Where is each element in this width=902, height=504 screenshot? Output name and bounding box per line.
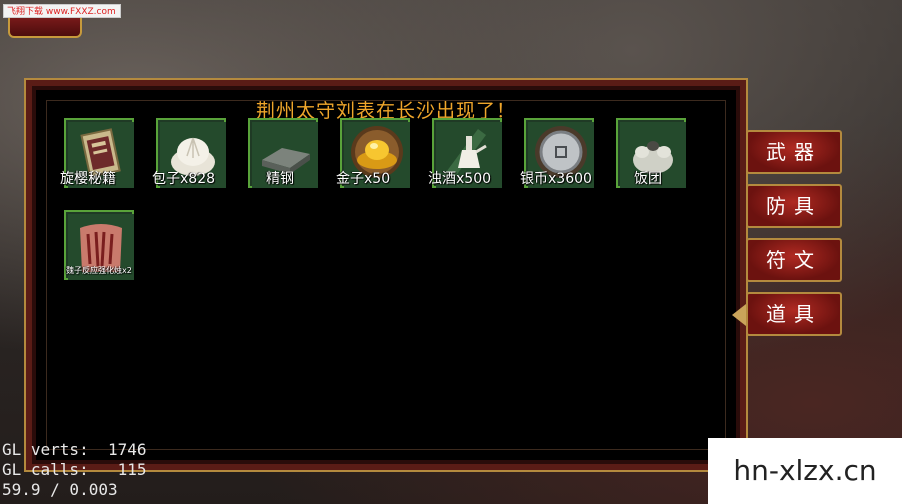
tab-weapons[interactable]: 武器 bbox=[746, 130, 842, 174]
item-label: 浊酒x500 bbox=[428, 171, 492, 187]
item-slot[interactable]: 魏子反应强化烛x2 bbox=[64, 210, 134, 280]
item-slot[interactable]: 金子x50 bbox=[336, 118, 410, 188]
item-label: 精钢 bbox=[266, 171, 294, 187]
site-watermark-top: 飞翔下载 www.FXXZ.com bbox=[3, 4, 121, 18]
site-watermark-bottom: hn-xlzx.cn bbox=[708, 438, 902, 504]
item-slot[interactable]: 包子x828 bbox=[152, 118, 226, 188]
debug-overlay: GL verts: 1746 GL calls: 115 59.9 / 0.003 bbox=[2, 440, 147, 500]
tab-armor[interactable]: 防具 bbox=[746, 184, 842, 228]
debug-calls: GL calls: 115 bbox=[2, 460, 147, 479]
item-slot[interactable]: 精钢 bbox=[248, 118, 318, 188]
item-label: 旋樱秘籍 bbox=[60, 171, 116, 187]
debug-fps: 59.9 / 0.003 bbox=[2, 480, 118, 499]
item-label: 魏子反应强化烛x2 bbox=[66, 266, 132, 275]
item-label: 饭团 bbox=[634, 171, 662, 187]
item-label: 金子x50 bbox=[336, 171, 391, 187]
item-slot[interactable]: 饭团 bbox=[616, 118, 686, 188]
item-slot[interactable]: 旋樱秘籍 bbox=[60, 118, 134, 188]
item-slot[interactable]: 浊酒x500 bbox=[428, 118, 502, 188]
item-label: 银币x3600 bbox=[520, 171, 592, 187]
item-slot[interactable]: 银币x3600 bbox=[520, 118, 594, 188]
debug-verts: GL verts: 1746 bbox=[2, 440, 147, 459]
tab-runes[interactable]: 符文 bbox=[746, 238, 842, 282]
item-label: 包子x828 bbox=[152, 171, 216, 187]
tab-items[interactable]: 道具 bbox=[732, 292, 842, 336]
